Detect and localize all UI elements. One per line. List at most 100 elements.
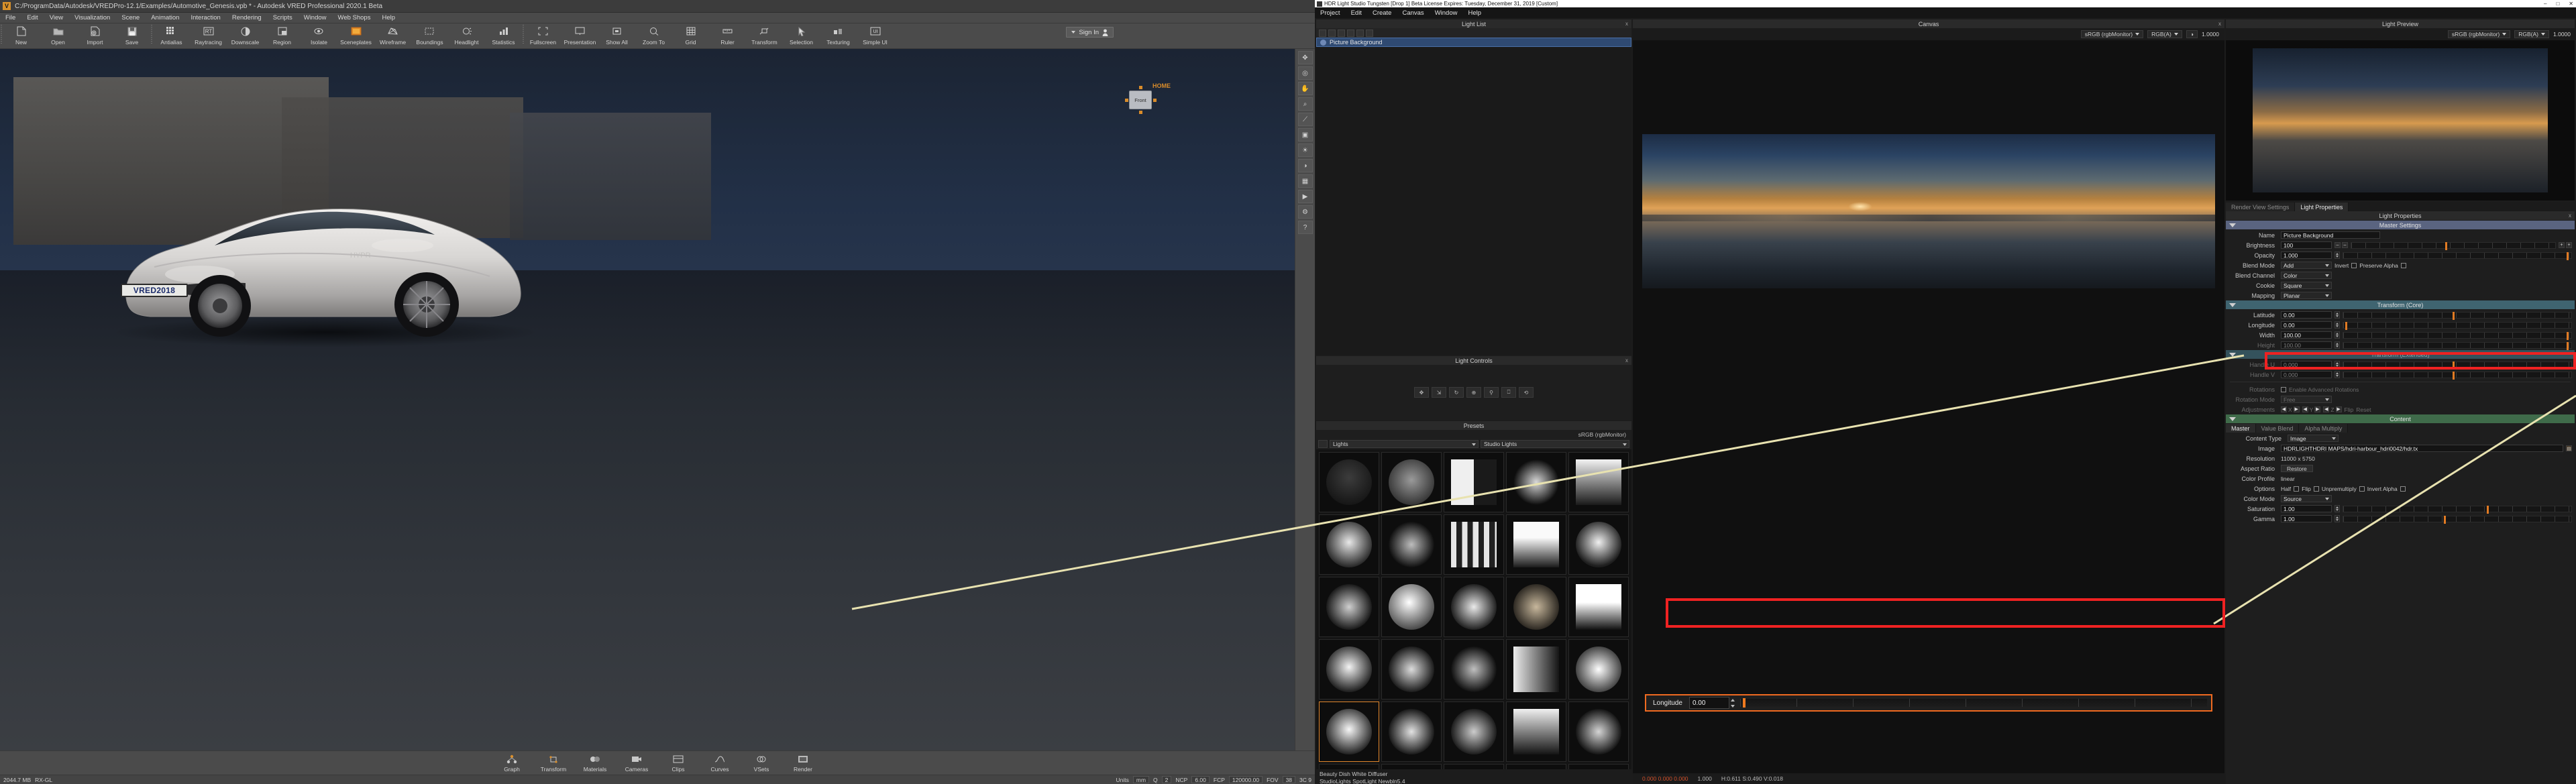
light-delete-icon[interactable]: [1338, 29, 1345, 37]
rail-button-navigate[interactable]: ✥: [1297, 51, 1313, 64]
toolbar-button-statistics[interactable]: Statistics: [485, 23, 522, 46]
module-button-vsets[interactable]: VSets: [742, 754, 781, 773]
slider-saturation[interactable]: [2343, 505, 2572, 514]
latitude-stepper[interactable]: [2334, 311, 2340, 319]
arrow-left-icon[interactable]: ◀: [2302, 406, 2308, 412]
module-button-render[interactable]: Render: [784, 754, 822, 773]
hdr-menu-help[interactable]: Help: [1468, 9, 1481, 17]
light-properties-content[interactable]: Master Settings Name Picture Background …: [2226, 220, 2575, 784]
tab-render-view-settings[interactable]: Render View Settings: [2226, 203, 2296, 211]
menu-item-view[interactable]: View: [50, 14, 63, 21]
preset-thumb[interactable]: [1506, 514, 1566, 575]
input-latitude[interactable]: 0.00: [2281, 311, 2332, 319]
preset-thumb[interactable]: [1506, 577, 1566, 637]
slider-longitude[interactable]: [2343, 321, 2572, 330]
section-transform-core[interactable]: Transform (Core): [2226, 300, 2575, 309]
arrow-left-icon[interactable]: ◀: [2323, 406, 2330, 412]
home-label[interactable]: HOME: [1152, 82, 1171, 89]
hdr-menu-edit[interactable]: Edit: [1351, 9, 1362, 17]
preset-thumb[interactable]: [1444, 514, 1504, 575]
menu-item-scripts[interactable]: Scripts: [273, 14, 292, 21]
input-name[interactable]: Picture Background: [2281, 231, 2380, 239]
toolbar-button-zoomto[interactable]: Zoom To: [635, 23, 672, 46]
presets-collection-dropdown[interactable]: Studio Lights: [1481, 440, 1629, 448]
slider-knob[interactable]: [2345, 321, 2348, 330]
hdr-menu-canvas[interactable]: Canvas: [1402, 9, 1424, 17]
preview-colorspace-dropdown[interactable]: sRGB (rgbMonitor): [2447, 30, 2511, 38]
preset-thumb[interactable]: [1319, 577, 1379, 637]
toolbar-button-simpleui[interactable]: UI Simple UI: [857, 23, 894, 46]
adjust-y-group[interactable]: ◀ Y ▶: [2302, 406, 2321, 413]
car-model[interactable]: HYPR: [114, 173, 530, 337]
light-moveup-icon[interactable]: [1356, 29, 1364, 37]
slider-opacity[interactable]: [2343, 251, 2572, 260]
slider-knob[interactable]: [2453, 371, 2455, 380]
content-tab-master[interactable]: Master: [2226, 424, 2256, 433]
preset-thumb[interactable]: [1506, 764, 1566, 769]
button-flip[interactable]: Flip: [2345, 406, 2354, 413]
checkbox-half[interactable]: [2294, 486, 2300, 492]
preview-channel-dropdown[interactable]: RGB(A): [2514, 30, 2549, 38]
status-fov-value[interactable]: 38: [1282, 776, 1296, 783]
toolbar-button-region[interactable]: Region: [264, 23, 301, 46]
slider-knob[interactable]: [2445, 241, 2447, 250]
light-list-body[interactable]: [1316, 47, 1631, 355]
menu-item-scene[interactable]: Scene: [121, 14, 140, 21]
slider-handle-u[interactable]: [2343, 361, 2572, 370]
slider-brightness[interactable]: [2351, 241, 2556, 250]
menu-item-file[interactable]: File: [5, 14, 15, 21]
light-movedown-icon[interactable]: [1366, 29, 1373, 37]
toolbar-button-isolate[interactable]: Isolate: [301, 23, 337, 46]
longitude-overlay-stepper[interactable]: [1729, 697, 1736, 709]
preset-thumb[interactable]: [1568, 577, 1629, 637]
rail-button-measure[interactable]: ⟋: [1297, 113, 1313, 126]
preset-thumb[interactable]: [1381, 452, 1442, 512]
control-scale-icon[interactable]: ⇲: [1432, 387, 1446, 398]
light-duplicate-icon[interactable]: [1328, 29, 1336, 37]
opacity-stepper[interactable]: [2334, 251, 2340, 259]
module-button-graph[interactable]: Graph: [492, 754, 531, 773]
preset-thumb-selected[interactable]: [1319, 702, 1379, 762]
slider-knob[interactable]: [2443, 515, 2446, 524]
toolbar-button-boundings[interactable]: Boundings: [411, 23, 448, 46]
arrow-right-icon[interactable]: ▶: [2314, 406, 2321, 412]
brightness-increment-buttons[interactable]: + +: [2559, 242, 2572, 248]
minus-small-icon[interactable]: –: [2334, 242, 2341, 248]
light-list-close-icon[interactable]: x: [1625, 21, 1628, 27]
preset-thumb[interactable]: [1319, 514, 1379, 575]
adjust-x-group[interactable]: ◀ X ▶: [2281, 406, 2300, 413]
close-icon[interactable]: ✕: [2569, 1, 2573, 7]
menu-item-animation[interactable]: Animation: [151, 14, 179, 21]
view-cube-widget[interactable]: HOME Front: [1124, 77, 1171, 120]
button-reset[interactable]: Reset: [2356, 406, 2371, 413]
light-preview-image[interactable]: [2226, 40, 2575, 201]
slider-knob[interactable]: [2567, 331, 2569, 340]
dropdown-blend-mode[interactable]: Add: [2281, 262, 2332, 269]
status-fcp-value[interactable]: 120000.00: [1228, 776, 1263, 783]
input-gamma[interactable]: 1.00: [2281, 515, 2332, 522]
control-move-icon[interactable]: ✥: [1414, 387, 1429, 398]
input-handle-v[interactable]: 0.000: [2281, 371, 2332, 378]
preset-thumb[interactable]: [1506, 639, 1566, 699]
toolbar-button-raytracing[interactable]: RT Raytracing: [190, 23, 227, 46]
minimize-icon[interactable]: –: [2544, 1, 2546, 7]
module-button-materials[interactable]: Materials: [576, 754, 614, 773]
plus-small-icon[interactable]: +: [2559, 242, 2565, 248]
slider-handle-v[interactable]: [2343, 371, 2572, 380]
canvas-channel-dropdown[interactable]: RGB(A): [2147, 30, 2182, 38]
menu-item-interaction[interactable]: Interaction: [191, 14, 220, 21]
slider-knob[interactable]: [2453, 311, 2455, 320]
slider-height[interactable]: [2343, 341, 2572, 350]
longitude-overlay-slider[interactable]: [1739, 698, 2207, 708]
preset-thumb[interactable]: [1444, 764, 1504, 769]
preset-thumb[interactable]: [1381, 577, 1442, 637]
rail-button-pan[interactable]: ✋: [1297, 82, 1313, 95]
preset-thumb[interactable]: [1568, 639, 1629, 699]
toolbar-button-antialias[interactable]: Antialias: [153, 23, 190, 46]
light-list-row-picture-background[interactable]: Picture Background: [1316, 38, 1631, 47]
preset-thumb[interactable]: [1568, 764, 1629, 769]
toolbar-button-transform[interactable]: Transform: [746, 23, 783, 46]
preset-thumb[interactable]: [1444, 577, 1504, 637]
handle-v-stepper[interactable]: [2334, 371, 2340, 378]
input-opacity[interactable]: 1.000: [2281, 251, 2332, 259]
